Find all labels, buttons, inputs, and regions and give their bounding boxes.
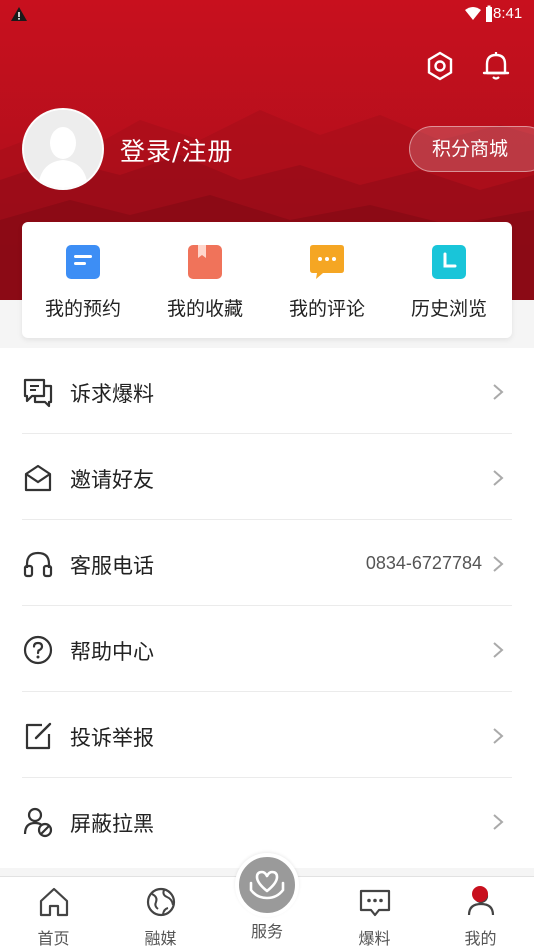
status-time: 8:41 — [493, 5, 523, 22]
report-chat-icon — [23, 378, 53, 408]
notification-badge — [472, 886, 488, 902]
tab-label: 服务 — [250, 922, 283, 941]
quick-action-appointments[interactable]: 我的预约 — [22, 222, 144, 338]
battery-icon — [486, 5, 492, 22]
chevron-right-icon — [493, 384, 504, 400]
invite-mail-icon — [24, 464, 52, 492]
customer-service-phone: 0834-6727784 — [365, 553, 482, 573]
tab-label: 我的 — [464, 929, 497, 948]
appointment-icon — [66, 245, 100, 279]
help-icon — [23, 635, 53, 665]
wifi-icon — [465, 7, 481, 20]
tab-label: 首页 — [37, 929, 70, 948]
menu-list: 诉求爆料 邀请好友 客服电话 0834-6727784 帮助中心 投诉举报 屏蔽… — [0, 348, 534, 868]
chevron-right-icon — [493, 642, 504, 658]
avatar[interactable] — [22, 108, 104, 190]
default-avatar-icon — [24, 110, 102, 188]
menu-item-label: 客服电话 — [70, 554, 154, 578]
tab-home[interactable]: 首页 — [0, 877, 107, 949]
chat-dots-icon — [359, 889, 391, 917]
tab-label: 融媒 — [144, 929, 177, 948]
history-icon — [432, 245, 466, 279]
edit-complaint-icon — [25, 722, 52, 750]
status-bar: 8:41 — [0, 0, 534, 30]
menu-item-label: 邀请好友 — [70, 468, 154, 492]
settings-icon[interactable] — [422, 48, 458, 84]
tab-service[interactable] — [235, 853, 299, 917]
menu-item-label: 诉求爆料 — [70, 382, 154, 406]
favorites-icon — [188, 245, 222, 279]
chevron-right-icon — [493, 814, 504, 830]
block-user-icon — [23, 807, 53, 838]
tab-media[interactable]: 融媒 — [107, 877, 214, 949]
headset-icon — [23, 551, 53, 578]
quick-action-label: 我的预约 — [44, 298, 121, 320]
home-icon — [39, 887, 69, 917]
quick-action-comments[interactable]: 我的评论 — [266, 222, 388, 338]
notification-bell-icon[interactable] — [478, 48, 514, 84]
tab-label: 爆料 — [358, 929, 391, 948]
quick-action-label: 我的收藏 — [166, 298, 243, 320]
chevron-right-icon — [493, 470, 504, 486]
tab-report[interactable]: 爆料 — [321, 877, 428, 949]
menu-item-block[interactable]: 屏蔽拉黑 — [0, 778, 534, 864]
comment-icon — [310, 245, 344, 279]
warning-icon — [11, 7, 27, 21]
menu-item-label: 投诉举报 — [70, 726, 154, 750]
points-mall-button[interactable]: 积分商城 — [409, 126, 534, 172]
globe-icon — [146, 887, 176, 917]
chevron-right-icon — [493, 556, 504, 572]
quick-action-label: 我的评论 — [288, 298, 365, 320]
menu-item-label: 屏蔽拉黑 — [70, 812, 154, 836]
service-heart-hands-icon — [249, 870, 285, 900]
menu-item-complaint[interactable]: 投诉举报 — [0, 692, 534, 778]
menu-item-invite[interactable]: 邀请好友 — [0, 434, 534, 520]
menu-item-report[interactable]: 诉求爆料 — [0, 348, 534, 434]
menu-item-help[interactable]: 帮助中心 — [0, 606, 534, 692]
quick-action-history[interactable]: 历史浏览 — [388, 222, 510, 338]
menu-item-customer-service[interactable]: 客服电话 0834-6727784 — [0, 520, 534, 606]
menu-item-label: 帮助中心 — [70, 640, 154, 664]
quick-actions-card: 我的预约 我的收藏 我的评论 历史浏览 — [22, 222, 512, 338]
quick-action-label: 历史浏览 — [410, 298, 487, 320]
quick-action-favorites[interactable]: 我的收藏 — [144, 222, 266, 338]
login-register-link[interactable]: 登录/注册 — [120, 132, 233, 168]
chevron-right-icon — [493, 728, 504, 744]
